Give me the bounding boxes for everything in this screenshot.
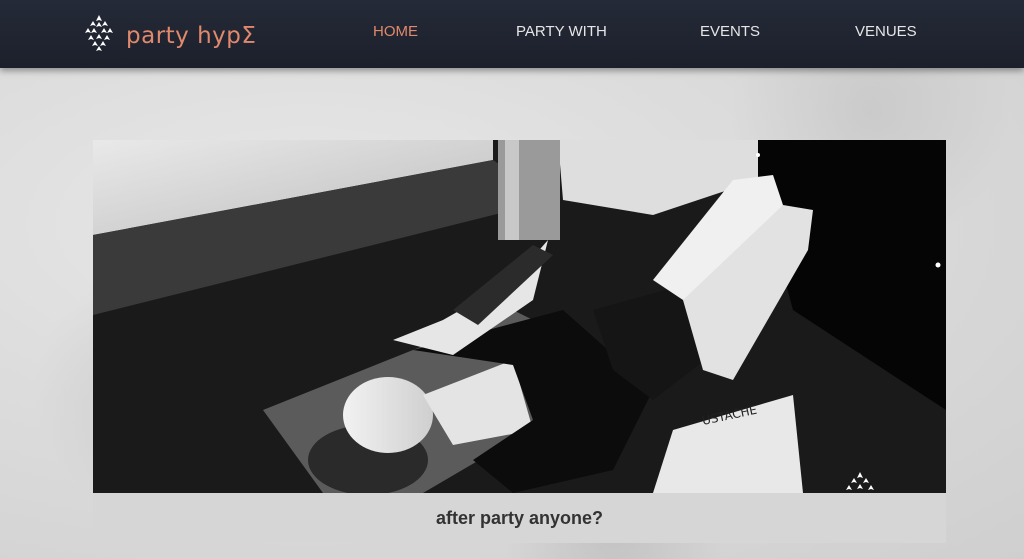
brand-logo[interactable]: party hypΣ [84,13,256,58]
nav-events[interactable]: EVENTS [700,23,760,40]
feature-photo-image: USTACHE [93,140,946,493]
feature-photo[interactable]: USTACHE [93,140,946,493]
pinecone-icon [84,13,114,58]
nav-venues[interactable]: VENUES [855,23,917,40]
nav-home[interactable]: HOME [373,23,418,40]
caption-bar: after party anyone? [93,493,946,543]
nav-party-with[interactable]: PARTY WITH [516,23,607,40]
brand-name: party hypΣ [126,22,257,49]
top-navigation-bar: party hypΣ HOME PARTY WITH EVENTS VENUES [0,0,1024,68]
feature-caption: after party anyone? [435,507,604,528]
